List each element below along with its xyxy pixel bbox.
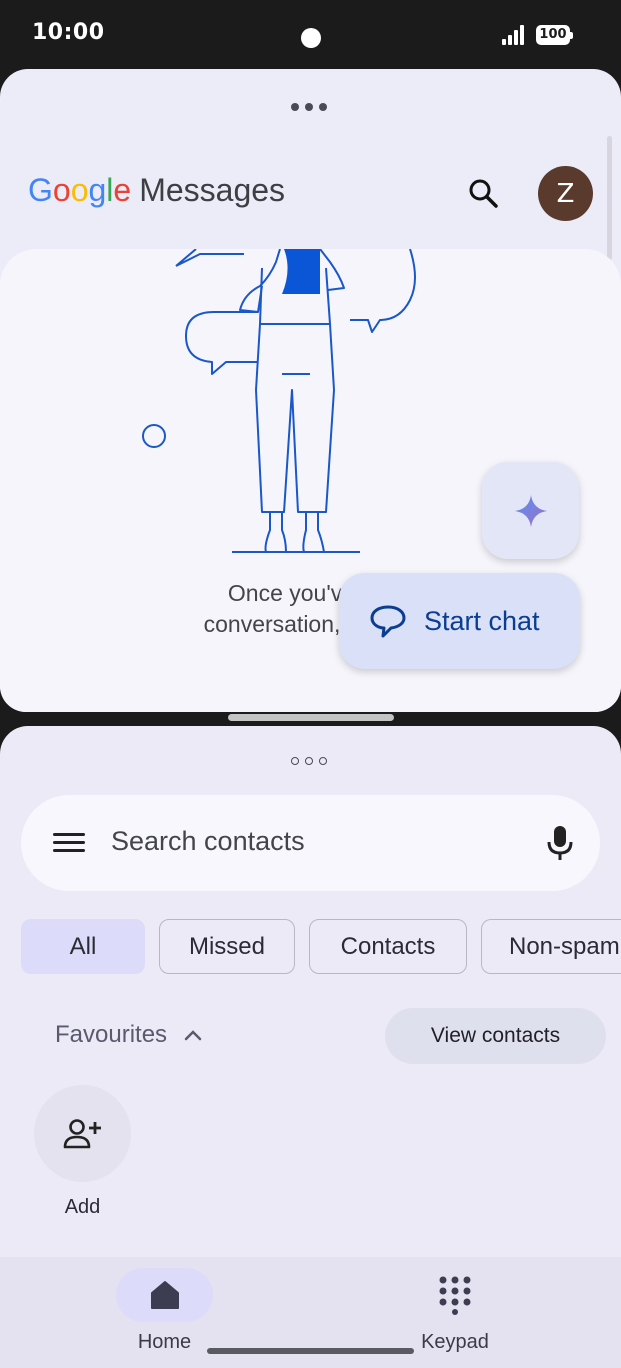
- app-logo: Google Messages: [28, 172, 286, 208]
- filter-chip-missed[interactable]: Missed: [159, 919, 295, 974]
- nav-home[interactable]: [116, 1268, 213, 1322]
- chevron-up-icon[interactable]: [184, 1028, 202, 1042]
- account-avatar[interactable]: Z: [538, 166, 593, 221]
- gemini-button[interactable]: [482, 462, 579, 559]
- filter-chip-contacts[interactable]: Contacts: [309, 919, 467, 974]
- chat-bubble-icon: [370, 605, 406, 638]
- gesture-navigation-bar[interactable]: [207, 1348, 414, 1354]
- favourites-header[interactable]: Favourites: [55, 1021, 167, 1049]
- camera-cutout: [301, 28, 321, 48]
- add-favourite-button[interactable]: [34, 1085, 131, 1182]
- add-favourite-label: Add: [64, 1196, 101, 1218]
- split-screen-divider[interactable]: [228, 714, 394, 721]
- nav-keypad-label[interactable]: Keypad: [405, 1331, 505, 1354]
- mic-icon[interactable]: [545, 825, 575, 861]
- search-contacts-bar[interactable]: Search contacts: [21, 795, 600, 891]
- battery-icon: 100: [536, 25, 573, 45]
- search-input[interactable]: Search contacts: [111, 826, 305, 857]
- start-chat-button[interactable]: Start chat: [339, 573, 580, 669]
- pane-options-handle[interactable]: [291, 757, 327, 765]
- add-person-icon: [63, 1118, 101, 1148]
- sparkle-icon: [514, 494, 547, 527]
- signal-icon: [502, 25, 526, 45]
- pane-options-handle[interactable]: [291, 103, 327, 111]
- nav-home-label[interactable]: Home: [116, 1331, 213, 1354]
- home-icon: [150, 1281, 179, 1309]
- view-contacts-button[interactable]: View contacts: [385, 1008, 606, 1064]
- search-button[interactable]: [462, 172, 504, 214]
- filter-chip-all[interactable]: All: [21, 919, 145, 974]
- filter-chip-non-spam[interactable]: Non-spam: [481, 919, 621, 974]
- menu-icon[interactable]: [53, 833, 85, 853]
- status-time: 10:00: [32, 20, 105, 45]
- search-icon: [469, 179, 498, 208]
- start-chat-label: Start chat: [424, 605, 540, 636]
- keypad-icon[interactable]: [438, 1275, 472, 1315]
- scrollbar[interactable]: [607, 136, 612, 260]
